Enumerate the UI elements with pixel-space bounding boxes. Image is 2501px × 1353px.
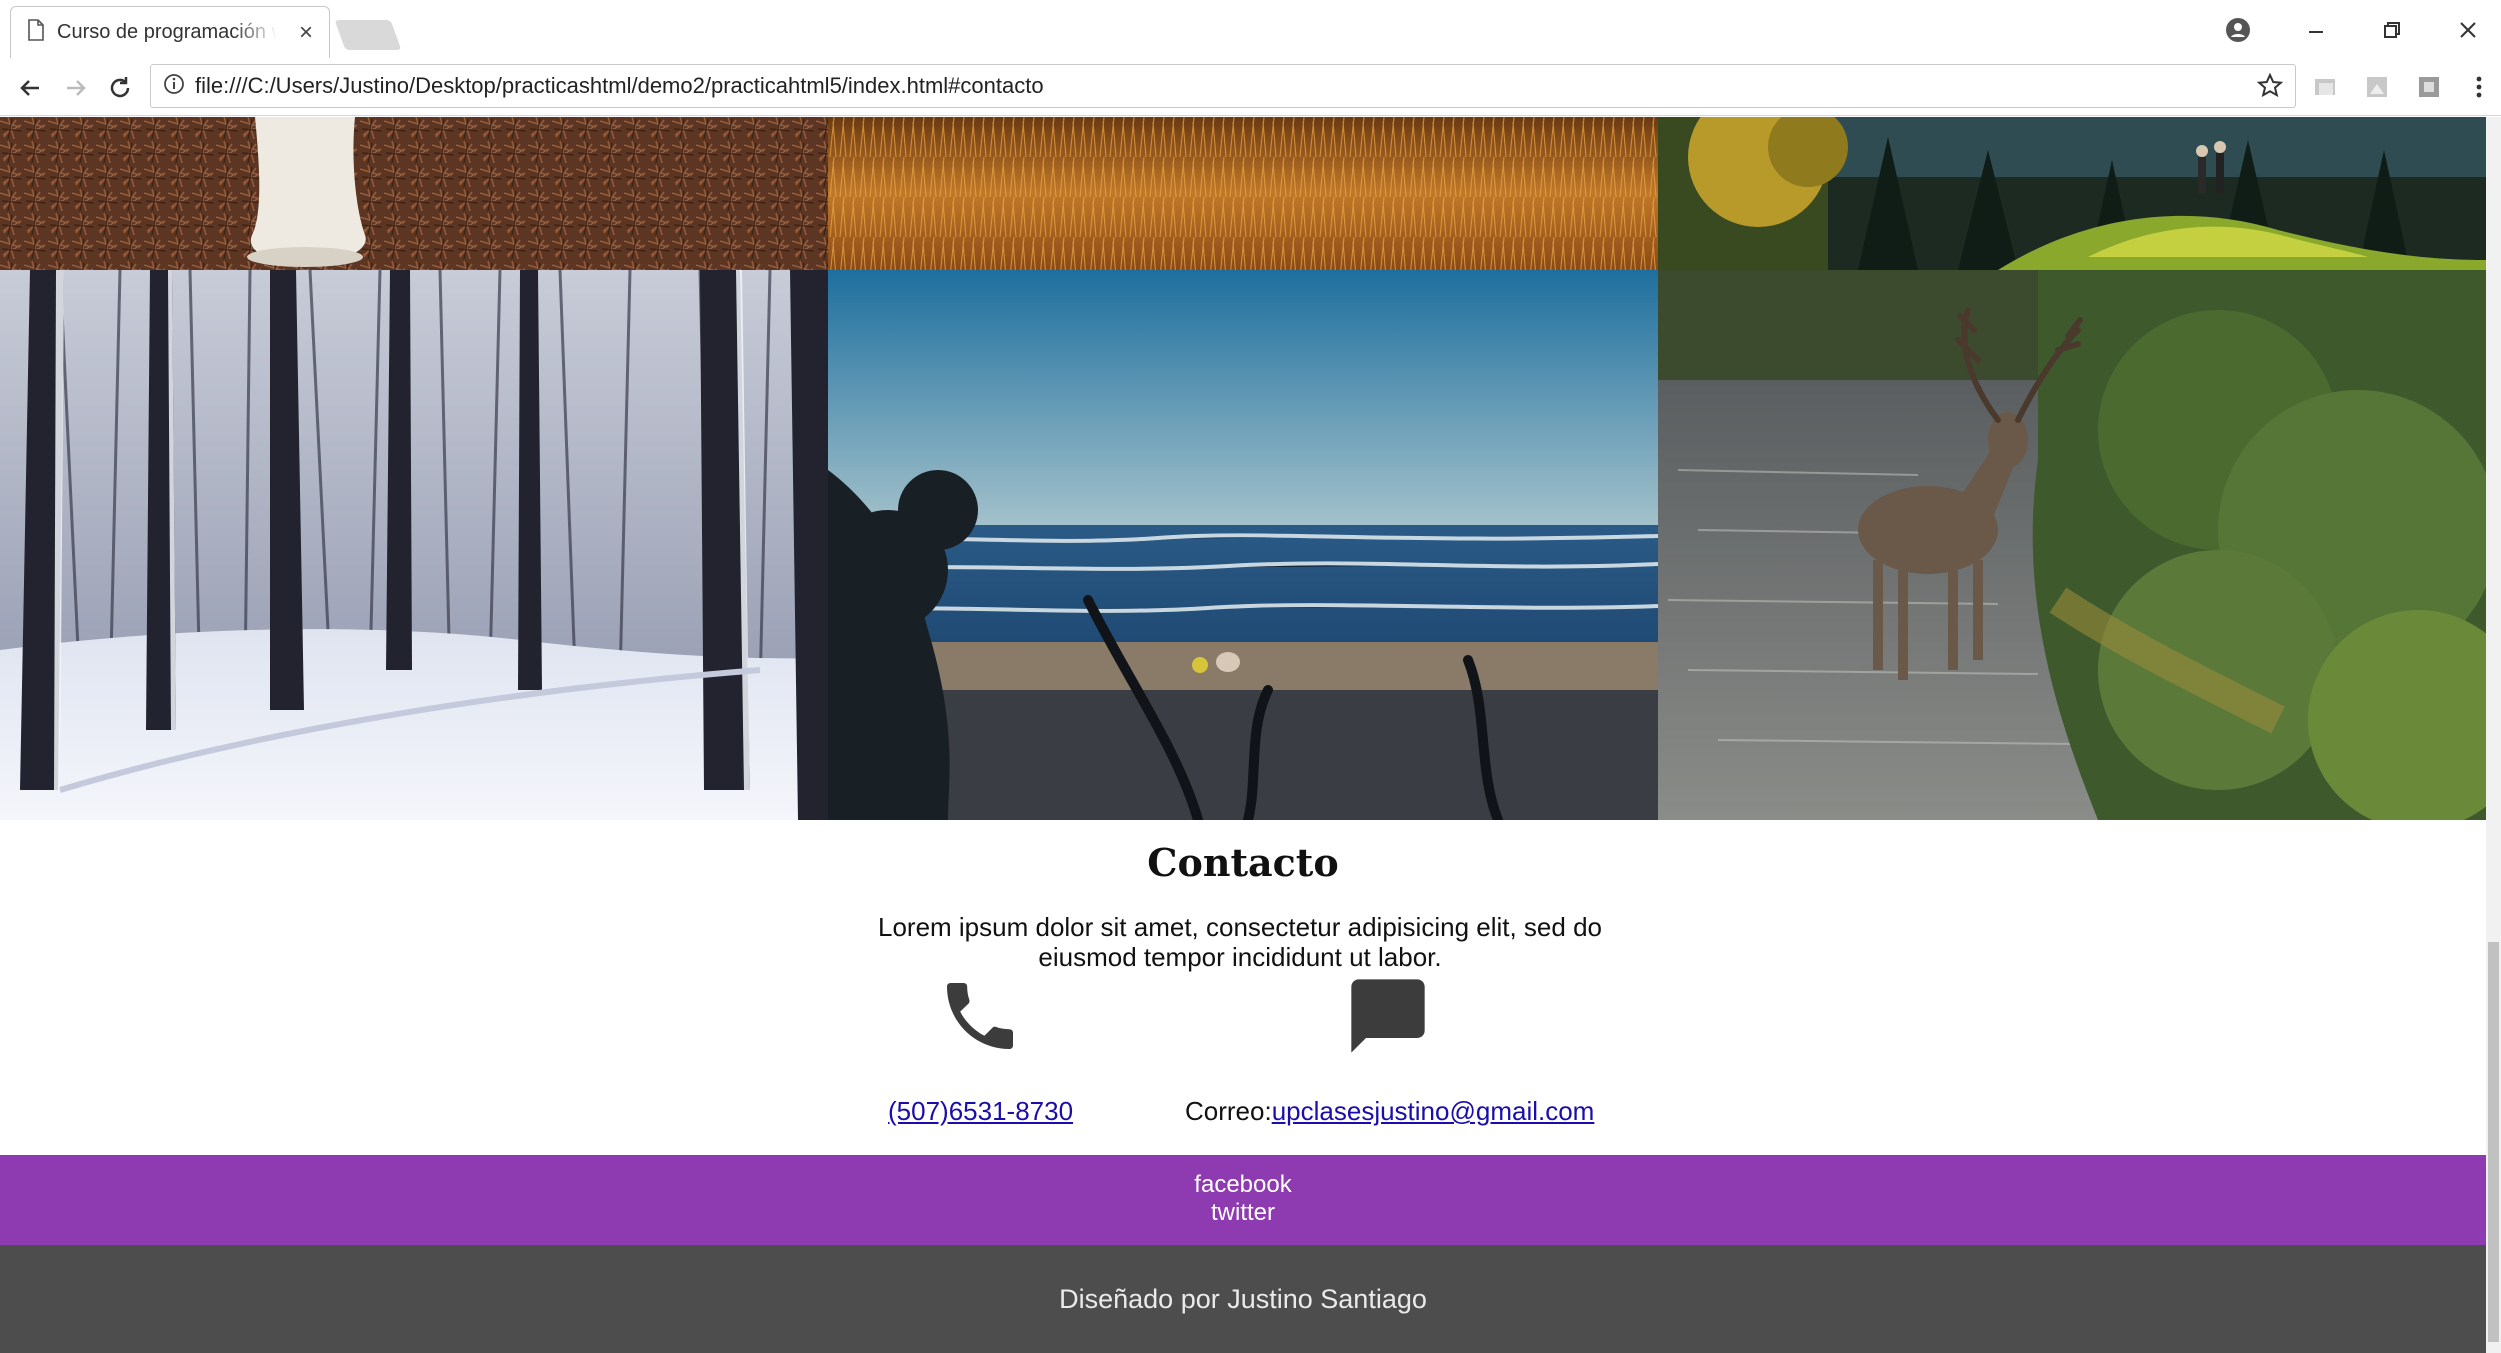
gallery-image[interactable]	[828, 117, 1658, 270]
tab-strip: Curso de programación w ×	[0, 0, 2501, 58]
email-line: Correo:upclasesjustino@gmail.com	[1185, 1096, 1594, 1127]
forward-arrow-icon[interactable]	[56, 68, 96, 108]
email-link[interactable]: upclasesjustino@gmail.com	[1272, 1096, 1595, 1126]
footer-credit: Diseñado por Justino Santiago	[1059, 1284, 1427, 1314]
page-icon	[27, 19, 45, 46]
twitter-link[interactable]: twitter	[0, 1199, 2486, 1227]
gallery-image[interactable]	[1658, 270, 2486, 820]
info-icon[interactable]	[163, 73, 185, 100]
social-bar: facebook twitter	[0, 1155, 2486, 1245]
new-tab-button[interactable]	[334, 20, 402, 50]
email-label: Correo:	[1185, 1096, 1272, 1126]
minimize-icon[interactable]	[2296, 10, 2336, 50]
gallery-image[interactable]	[0, 270, 828, 820]
contact-description: Lorem ipsum dolor sit amet, consectetur …	[877, 912, 1602, 972]
deer-river-image	[1658, 270, 2486, 820]
facebook-link[interactable]: facebook	[0, 1171, 2486, 1199]
gallery-image[interactable]	[0, 117, 828, 270]
contact-title: Contacto	[1147, 840, 1339, 885]
phone-icon	[936, 972, 1024, 1065]
profile-icon[interactable]	[2218, 10, 2258, 50]
address-bar[interactable]	[150, 64, 2296, 108]
close-tab-icon[interactable]: ×	[299, 19, 313, 47]
gallery-image[interactable]	[1658, 117, 2486, 270]
extension-icon[interactable]	[2364, 74, 2390, 100]
back-arrow-icon[interactable]	[10, 68, 50, 108]
extension-icon[interactable]	[2312, 74, 2338, 100]
menu-dots-icon[interactable]	[2472, 74, 2486, 100]
tab-title: Curso de programación w	[57, 21, 277, 43]
browser-tab[interactable]: Curso de programación w ×	[10, 6, 330, 58]
address-input[interactable]	[195, 73, 2195, 99]
golden-grass-image	[828, 117, 1658, 270]
pine-needles-mushroom-image	[0, 117, 828, 270]
page-scrollbar[interactable]	[2486, 117, 2501, 1353]
browser-window: Curso de programación w × file:///C:/Use…	[0, 0, 2501, 1353]
restore-icon[interactable]	[2372, 10, 2412, 50]
forest-hikers-image	[1658, 117, 2486, 270]
footer: Diseñado por Justino Santiago	[0, 1245, 2486, 1353]
phone-link[interactable]: (507)6531-8730	[888, 1096, 1073, 1126]
snowy-forest-image	[0, 270, 828, 820]
phone-number: (507)6531-8730	[888, 1096, 1073, 1127]
browser-toolbar	[0, 58, 2501, 116]
gallery-image[interactable]	[828, 270, 1658, 820]
chat-bubble-icon	[1344, 972, 1432, 1065]
scrollbar-thumb[interactable]	[2488, 942, 2499, 1342]
close-window-icon[interactable]	[2448, 10, 2488, 50]
reload-icon[interactable]	[100, 68, 140, 108]
extension-icon[interactable]	[2416, 74, 2442, 100]
beach-sea-image	[828, 270, 1658, 820]
bookmark-star-icon[interactable]	[2256, 72, 2284, 104]
page-viewport: Contacto Lorem ipsum dolor sit amet, con…	[0, 117, 2486, 1353]
